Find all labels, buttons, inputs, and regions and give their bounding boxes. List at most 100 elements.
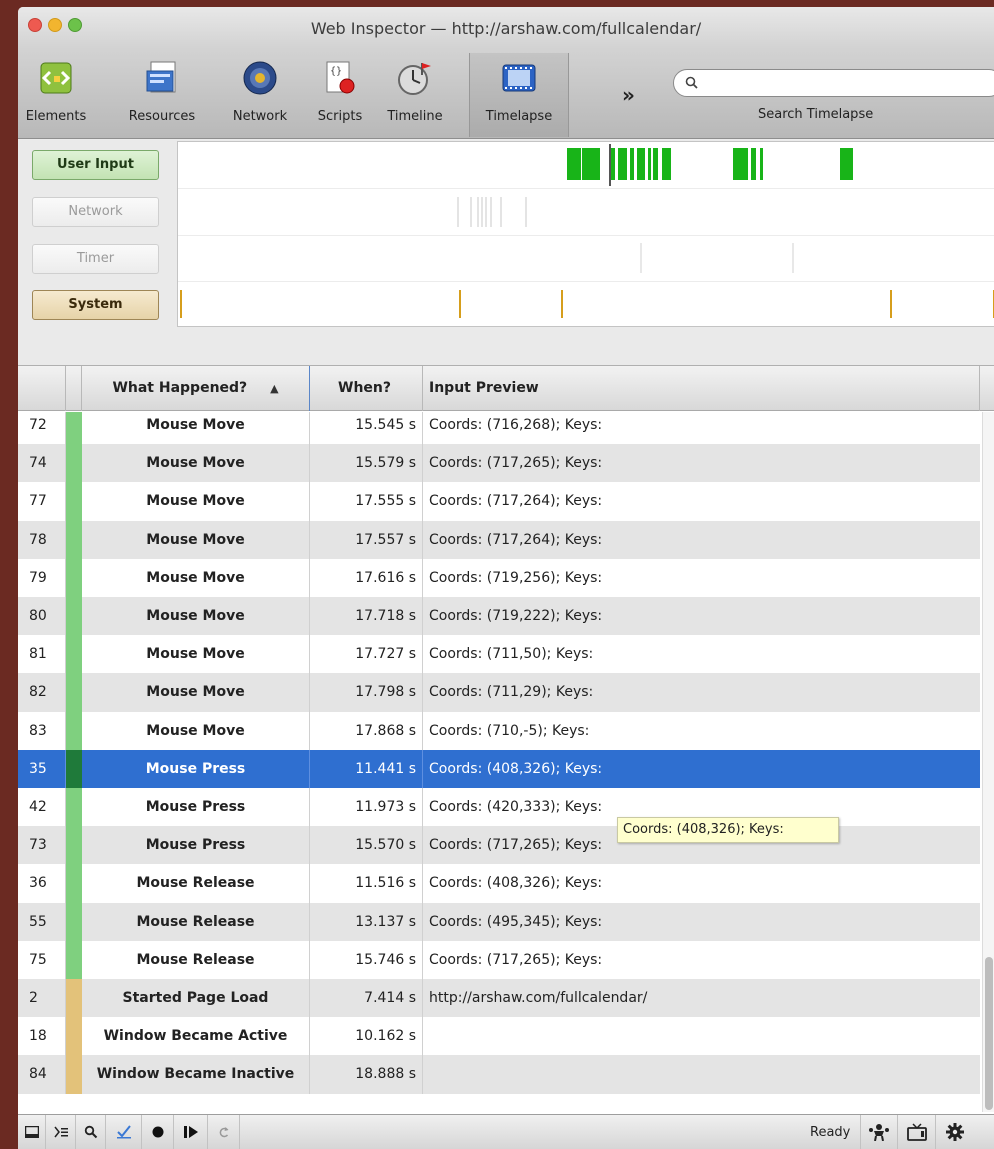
row-category-color (66, 749, 82, 788)
row-event-type: Mouse Move (82, 711, 310, 750)
table-row[interactable]: 82 Mouse Move 17.798 s Coords: (711,29); Ke… (18, 673, 980, 712)
row-input-preview: Coords: (716,268); Keys: (429, 417, 603, 434)
row-id: 73 (18, 826, 66, 865)
row-category-color (66, 1055, 82, 1094)
row-timestamp: 15.746 s (310, 940, 423, 979)
row-input-preview: Coords: (717,264); Keys: (429, 493, 603, 510)
table-row[interactable]: 72 Mouse Move 15.545 s Coords: (716,268); K… (18, 412, 980, 445)
toolbar-timeline-button[interactable]: Timeline (372, 53, 458, 137)
search-icon (685, 76, 698, 89)
settings-button[interactable] (936, 1115, 974, 1149)
table-row[interactable]: 83 Mouse Move 17.868 s Coords: (710,-5); Ke… (18, 711, 980, 750)
window-title: Web Inspector — http://arshaw.com/fullca… (310, 19, 702, 38)
row-category-color (66, 788, 82, 827)
row-id: 18 (18, 1017, 66, 1056)
record-button[interactable] (142, 1115, 174, 1149)
search-button[interactable] (76, 1115, 106, 1149)
row-input-preview: http://arshaw.com/fullcalendar/ (429, 990, 648, 1007)
row-input-preview: Coords: (495,345); Keys: (429, 913, 603, 930)
row-event-type: Mouse Move (82, 597, 310, 636)
step-forward-button[interactable] (174, 1115, 208, 1149)
row-timestamp: 17.718 s (310, 597, 423, 636)
table-row[interactable]: 36 Mouse Release 11.516 s Coords: (408,326)… (18, 864, 980, 903)
row-id: 78 (18, 520, 66, 559)
toolbar-resources-button[interactable]: Resources (122, 53, 202, 137)
table-row[interactable]: 18 Window Became Active 10.162 s (18, 1017, 980, 1056)
row-category-color (66, 1017, 82, 1056)
row-input-preview: Coords: (719,256); Keys: (429, 569, 603, 586)
row-category-color (66, 673, 82, 712)
dock-button[interactable] (18, 1115, 46, 1149)
row-timestamp: 7.414 s (310, 979, 423, 1018)
row-event-type: Mouse Move (82, 635, 310, 674)
row-input-preview: Coords: (710,-5); Keys: (429, 722, 590, 739)
row-category-color (66, 482, 82, 521)
row-category-color (66, 826, 82, 865)
vertical-scrollbar[interactable] (982, 412, 994, 1112)
table-row[interactable]: 55 Mouse Release 13.137 s Coords: (495,345)… (18, 902, 980, 941)
header-input-preview[interactable]: Input Preview (423, 366, 980, 411)
row-event-type: Mouse Move (82, 444, 310, 483)
row-id: 42 (18, 788, 66, 827)
toolbar-scripts-button[interactable]: {} Scripts (310, 53, 370, 137)
row-id: 2 (18, 979, 66, 1018)
timelapse-overview-graph[interactable] (177, 141, 994, 327)
row-id: 75 (18, 940, 66, 979)
row-category-color (66, 864, 82, 903)
timelapse-icon (502, 64, 536, 92)
row-event-type: Mouse Move (82, 673, 310, 712)
row-event-type: Mouse Release (82, 902, 310, 941)
row-id: 83 (18, 711, 66, 750)
table-row[interactable]: 80 Mouse Move 17.718 s Coords: (719,222); K… (18, 597, 980, 636)
table-row[interactable]: 81 Mouse Move 17.727 s Coords: (711,50); Ke… (18, 635, 980, 674)
table-row[interactable]: 75 Mouse Release 15.746 s Coords: (717,265)… (18, 940, 980, 979)
row-category-color (66, 597, 82, 636)
filter-system-button[interactable]: System (32, 290, 159, 320)
figures-icon (869, 1124, 889, 1141)
search-timelapse-input[interactable] (673, 69, 994, 97)
row-input-preview: Coords: (717,265); Keys: (429, 951, 603, 968)
table-row[interactable]: 79 Mouse Move 17.616 s Coords: (719,256); K… (18, 558, 980, 597)
filter-network-button[interactable]: Network (32, 197, 159, 227)
display-button[interactable] (898, 1115, 936, 1149)
toolbar-elements-button[interactable]: Elements (24, 53, 88, 137)
step-icon (183, 1126, 198, 1138)
row-timestamp: 11.516 s (310, 864, 423, 903)
filter-user-input-button[interactable]: User Input (32, 150, 159, 180)
table-row[interactable]: 78 Mouse Move 17.557 s Coords: (717,264); K… (18, 520, 980, 559)
row-input-preview: Coords: (719,222); Keys: (429, 608, 603, 625)
row-category-color (66, 940, 82, 979)
row-event-type: Mouse Press (82, 788, 310, 827)
table-row[interactable]: 77 Mouse Move 17.555 s Coords: (717,264); K… (18, 482, 980, 521)
row-timestamp: 17.555 s (310, 482, 423, 521)
toolbar-network-button[interactable]: Network (222, 53, 298, 137)
table-row[interactable]: 2 Started Page Load 7.414 s http://arshaw.c… (18, 979, 980, 1018)
header-id-column[interactable] (18, 366, 66, 411)
row-input-preview: Coords: (717,265); Keys: (429, 455, 603, 472)
row-id: 74 (18, 444, 66, 483)
playhead-marker (609, 144, 611, 186)
toolbar-overflow-button[interactable]: » (622, 83, 635, 107)
row-id: 82 (18, 673, 66, 712)
table-row[interactable]: 84 Window Became Inactive 18.888 s (18, 1055, 980, 1094)
title-bar: Web Inspector — http://arshaw.com/fullca… (18, 7, 994, 47)
console-button[interactable] (46, 1115, 76, 1149)
row-input-preview (423, 1017, 980, 1055)
row-timestamp: 11.973 s (310, 788, 423, 827)
network-marks (457, 197, 527, 227)
row-event-type: Window Became Inactive (82, 1055, 310, 1094)
row-id: 79 (18, 558, 66, 597)
toolbar-timelapse-button[interactable]: Timelapse (469, 53, 569, 137)
row-id: 81 (18, 635, 66, 674)
table-row[interactable]: 35 Mouse Press 11.441 s Coords: (408,326); … (18, 749, 980, 788)
filter-toggle-button[interactable] (106, 1115, 142, 1149)
header-when[interactable]: When? (310, 366, 423, 411)
reload-button[interactable] (208, 1115, 240, 1149)
row-timestamp: 15.570 s (310, 826, 423, 865)
row-input-preview: Coords: (711,29); Keys: (429, 684, 594, 701)
profiles-button[interactable] (860, 1115, 898, 1149)
scrollbar-thumb[interactable] (985, 957, 993, 1110)
filter-timer-button[interactable]: Timer (32, 244, 159, 274)
header-what-happened[interactable]: What Happened? ▲ (82, 366, 310, 411)
table-row[interactable]: 74 Mouse Move 15.579 s Coords: (717,265); K… (18, 444, 980, 483)
